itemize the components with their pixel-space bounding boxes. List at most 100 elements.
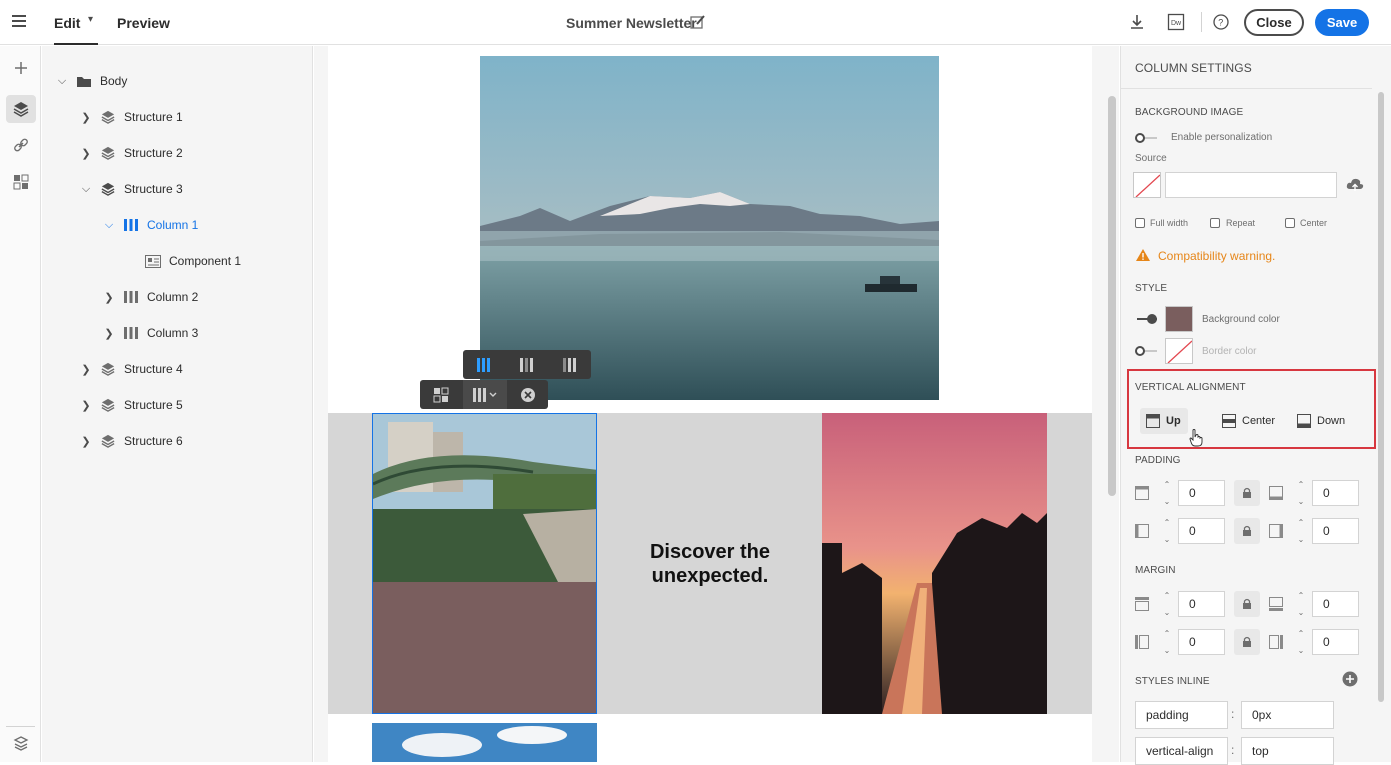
settings-layers-icon[interactable] (10, 732, 32, 754)
padding-left-input[interactable]: 0 (1178, 518, 1225, 544)
source-input[interactable] (1165, 172, 1337, 198)
lake-mountain-image[interactable] (480, 56, 939, 400)
chevron-down-icon[interactable]: ▾ (88, 14, 93, 25)
style-property-input[interactable]: vertical-align (1135, 737, 1228, 765)
margin-top-input[interactable]: 0 (1178, 591, 1225, 617)
style-value-input[interactable]: top (1241, 737, 1334, 765)
background-color-swatch[interactable] (1165, 306, 1193, 332)
column-layout-right-icon[interactable] (549, 350, 591, 379)
edit-title-icon[interactable] (690, 14, 706, 35)
personalization-toggle[interactable] (1135, 133, 1157, 143)
margin-lock-button-2[interactable] (1234, 629, 1260, 655)
add-icon[interactable] (10, 57, 32, 79)
padding-right-stepper[interactable]: ⌃ ⌄ (1293, 518, 1309, 544)
margin-right-input[interactable]: 0 (1312, 629, 1359, 655)
tree-node-column-1[interactable]: ⌵ Column 1 (103, 215, 199, 235)
padding-bottom-stepper[interactable]: ⌃ ⌄ (1293, 480, 1309, 506)
tree-node-label: Structure 2 (124, 146, 183, 160)
style-value-input[interactable]: 0px (1241, 701, 1334, 729)
chevron-right-icon[interactable]: ❯ (103, 327, 115, 340)
chevron-down-icon[interactable]: ⌵ (80, 183, 92, 196)
tree-node-structure-6[interactable]: ❯ Structure 6 (80, 431, 182, 451)
tree-node-body[interactable]: ⌵ Body (56, 71, 128, 91)
chevron-right-icon[interactable]: ❯ (80, 363, 92, 376)
tree-node-component-1[interactable]: Component 1 (145, 251, 241, 271)
assets-icon[interactable] (10, 171, 32, 193)
chevron-down-icon[interactable]: ⌵ (103, 219, 115, 232)
margin-bottom-stepper[interactable]: ⌃ ⌄ (1293, 591, 1309, 617)
column-1[interactable] (372, 413, 597, 714)
add-style-icon[interactable] (1342, 671, 1358, 692)
padding-top-stepper[interactable]: ⌃ ⌄ (1159, 480, 1175, 506)
sunset-canal-image[interactable] (822, 413, 1047, 714)
chevron-down-icon[interactable]: ⌵ (56, 75, 68, 88)
chevron-right-icon[interactable]: ❯ (80, 111, 92, 124)
tree-node-structure-5[interactable]: ❯ Structure 5 (80, 395, 182, 415)
align-down-button[interactable]: Down (1297, 408, 1345, 434)
tab-edit[interactable]: Edit (54, 15, 80, 31)
structure-icon (100, 362, 116, 376)
tree-node-structure-2[interactable]: ❯ Structure 2 (80, 143, 183, 163)
headline-text[interactable]: Discover the unexpected. (610, 540, 810, 588)
margin-left-stepper[interactable]: ⌃ ⌄ (1159, 629, 1175, 655)
help-icon[interactable]: ? (1212, 13, 1230, 36)
tree-node-structure-4[interactable]: ❯ Structure 4 (80, 359, 182, 379)
style-property-input[interactable]: padding (1135, 701, 1228, 729)
tree-node-column-2[interactable]: ❯ Column 2 (103, 287, 198, 307)
repeat-label: Repeat (1226, 218, 1256, 228)
tree-node-column-3[interactable]: ❯ Column 3 (103, 323, 198, 343)
tree-node-structure-3[interactable]: ⌵ Structure 3 (80, 179, 183, 199)
margin-lock-button[interactable] (1234, 591, 1260, 617)
chevron-right-icon[interactable]: ❯ (80, 435, 92, 448)
components-icon[interactable] (420, 380, 462, 409)
margin-left-icon (1135, 635, 1149, 654)
delete-icon[interactable] (508, 380, 548, 409)
margin-top-stepper[interactable]: ⌃ ⌄ (1159, 591, 1175, 617)
padding-left-stepper[interactable]: ⌃ ⌄ (1159, 518, 1175, 544)
center-checkbox[interactable] (1285, 218, 1295, 228)
save-button[interactable]: Save (1315, 9, 1369, 36)
tab-preview[interactable]: Preview (117, 15, 170, 31)
padding-bottom-input[interactable]: 0 (1312, 480, 1359, 506)
column-layout-center-icon[interactable] (506, 350, 548, 379)
sky-clouds-image[interactable] (372, 723, 597, 762)
column-layout-dropdown[interactable] (463, 380, 507, 409)
column-layout-left-icon[interactable] (463, 350, 505, 379)
tree-node-structure-1[interactable]: ❯ Structure 1 (80, 107, 182, 127)
canal-bridge-image[interactable] (373, 414, 597, 582)
padding-right-input[interactable]: 0 (1312, 518, 1359, 544)
hand-cursor-icon (1189, 429, 1203, 452)
background-image-heading: BACKGROUND IMAGE (1135, 107, 1244, 118)
margin-top-icon (1135, 597, 1149, 616)
compatibility-warning[interactable]: Compatibility warning. (1158, 249, 1275, 263)
close-button[interactable]: Close (1244, 9, 1304, 36)
canvas-scrollbar[interactable] (1108, 96, 1116, 496)
margin-right-stepper[interactable]: ⌃ ⌄ (1293, 629, 1309, 655)
upload-cloud-icon[interactable] (1346, 177, 1364, 198)
border-color-swatch[interactable] (1165, 338, 1193, 364)
align-center-button[interactable]: Center (1222, 408, 1275, 434)
background-color-toggle[interactable] (1135, 314, 1157, 324)
align-up-label: Up (1166, 415, 1181, 427)
chevron-right-icon[interactable]: ❯ (103, 291, 115, 304)
margin-left-input[interactable]: 0 (1178, 629, 1225, 655)
layers-icon[interactable] (6, 95, 36, 123)
menu-icon[interactable] (12, 15, 26, 27)
align-up-button[interactable]: Up (1140, 408, 1188, 434)
dreamweaver-export-icon[interactable]: Dw (1167, 13, 1185, 36)
source-swatch[interactable] (1133, 172, 1161, 198)
padding-lock-button-2[interactable] (1234, 518, 1260, 544)
panel-scrollbar[interactable] (1378, 92, 1384, 702)
border-color-toggle[interactable] (1135, 346, 1157, 356)
padding-lock-button[interactable] (1234, 480, 1260, 506)
link-icon[interactable] (10, 134, 32, 156)
full-width-checkbox[interactable] (1135, 218, 1145, 228)
align-bottom-icon (1297, 414, 1311, 428)
repeat-checkbox[interactable] (1210, 218, 1220, 228)
style-separator: : (1231, 707, 1235, 721)
chevron-right-icon[interactable]: ❯ (80, 399, 92, 412)
padding-top-input[interactable]: 0 (1178, 480, 1225, 506)
download-icon[interactable] (1129, 13, 1145, 36)
chevron-right-icon[interactable]: ❯ (80, 147, 92, 160)
margin-bottom-input[interactable]: 0 (1312, 591, 1359, 617)
